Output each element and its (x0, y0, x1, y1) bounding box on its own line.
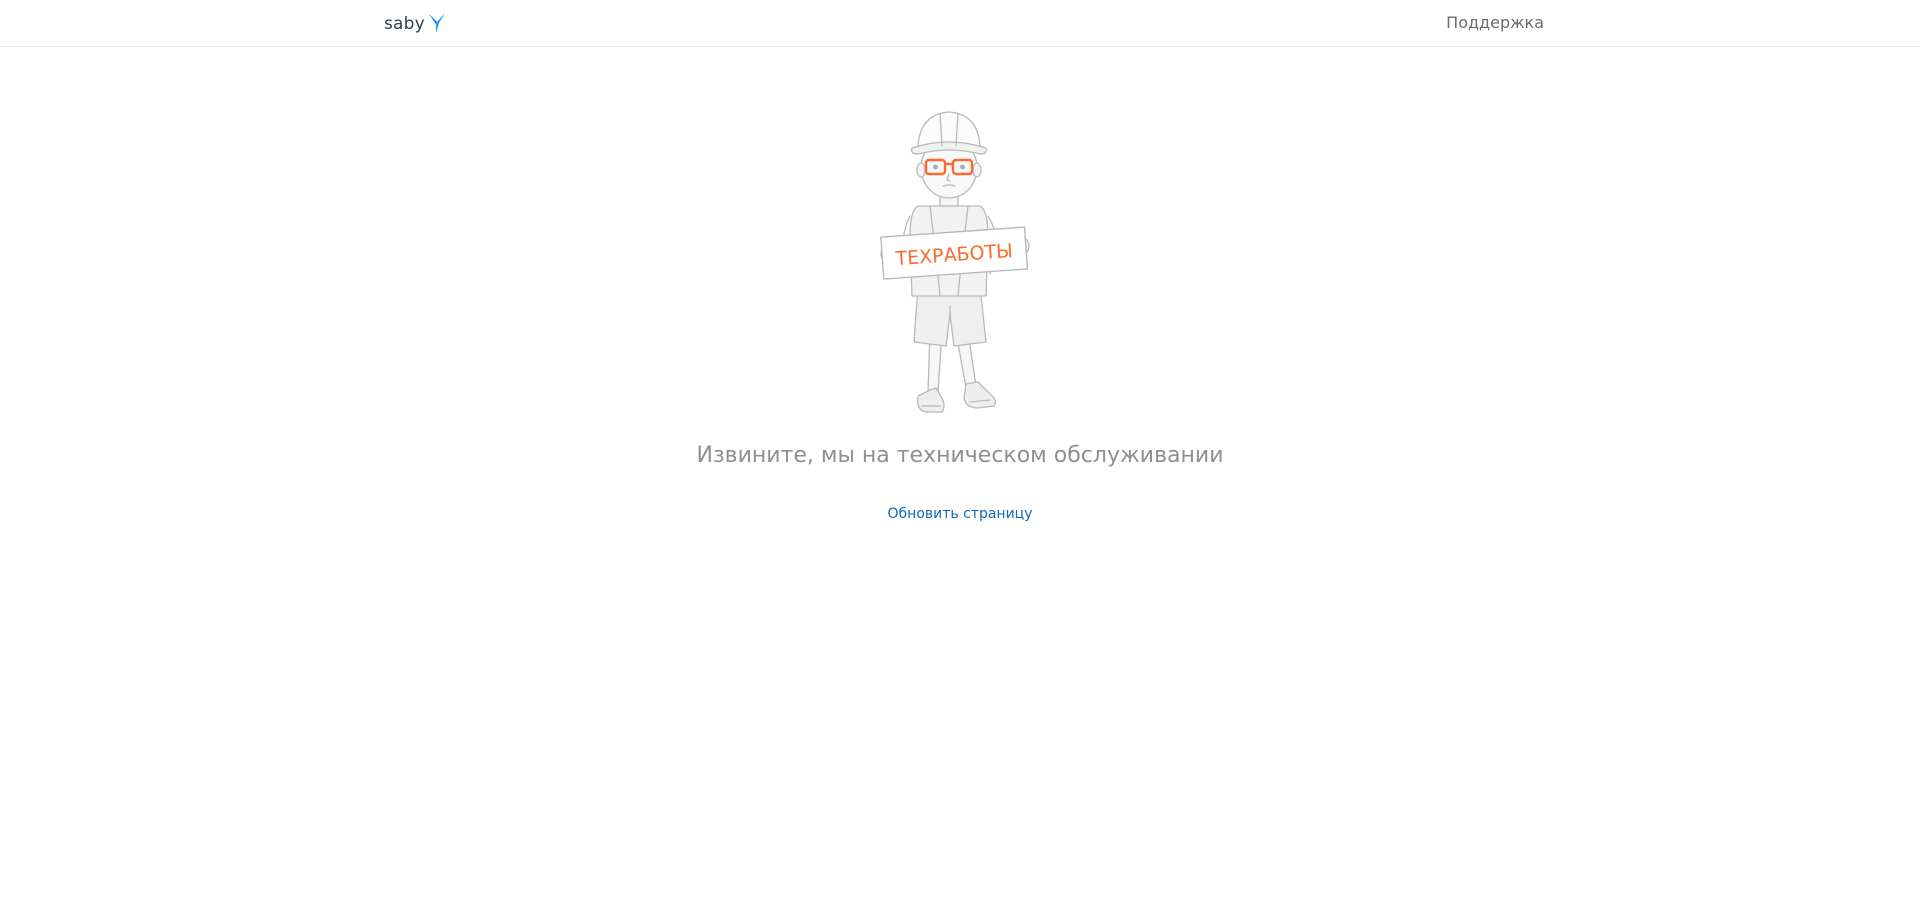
maintenance-worker-illustration: ТЕХРАБОТЫ (880, 111, 1030, 413)
logo-text: saby (384, 14, 425, 34)
top-header: saby Поддержка (0, 0, 1920, 47)
saby-logo[interactable]: saby (384, 11, 446, 37)
refresh-page-link[interactable]: Обновить страницу (888, 506, 1033, 522)
maintenance-message: Извините, мы на техническом обслуживании (696, 443, 1224, 468)
support-link[interactable]: Поддержка (1446, 13, 1544, 32)
refresh-link-container: Обновить страницу (0, 506, 1920, 522)
saby-swallow-icon (428, 12, 445, 33)
